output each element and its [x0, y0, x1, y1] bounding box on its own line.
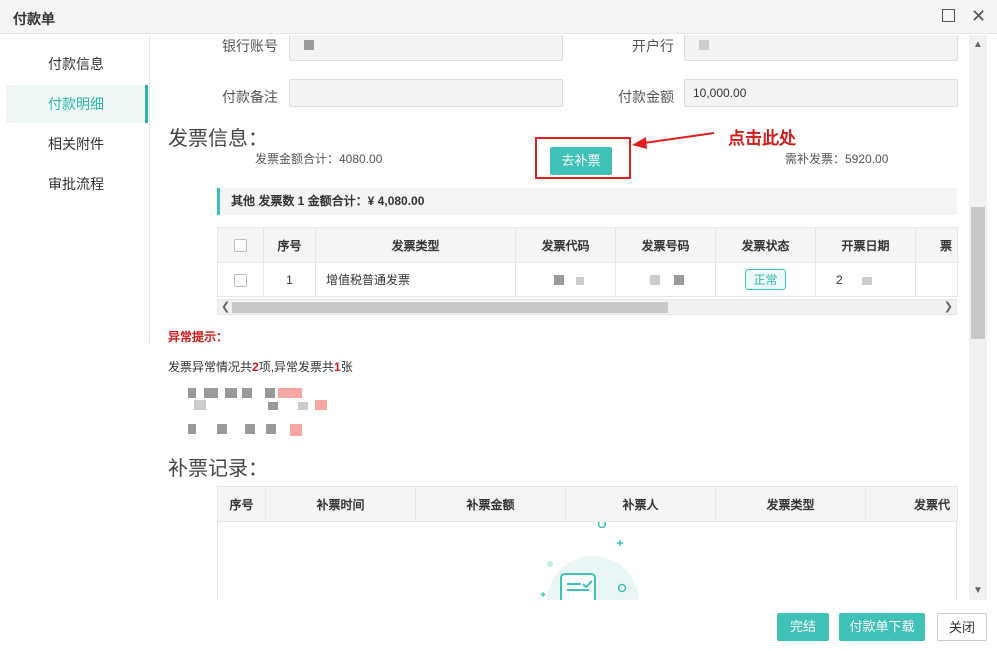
column-header: 补票人 [565, 486, 716, 522]
close-icon[interactable]: ✕ [971, 6, 986, 27]
column-header: 开票日期 [815, 227, 916, 263]
content-vertical-scrollbar[interactable]: ▲ ▼ [969, 35, 987, 600]
warning-invoice-count: 1 [334, 360, 341, 374]
sidebar-item-approval-flow[interactable]: 审批流程 [6, 165, 148, 203]
column-header: 补票时间 [265, 486, 416, 522]
table-header-row: 序号 发票类型 发票代码 发票号码 发票状态 开票日期 票 [217, 227, 958, 263]
warning-summary: 发票异常情况共2项,异常发票共1张 [168, 358, 353, 375]
need-supplement-amount: 需补发票：5920.00 [785, 152, 889, 166]
column-header: 发票状态 [715, 227, 816, 263]
checkbox[interactable] [234, 239, 247, 253]
arrow-icon [632, 132, 715, 149]
invoice-code-cell [515, 262, 616, 297]
warning-title: 异常提示： [168, 330, 229, 344]
column-header: 序号 [263, 227, 316, 263]
download-payment-button[interactable]: 付款单下载 [839, 613, 925, 641]
table-horizontal-scrollbar[interactable]: ❮ ❯ [217, 299, 957, 315]
remark-label: 付款备注 [222, 89, 278, 105]
bank-account-label: 银行账号 [222, 38, 278, 54]
column-header: 补票金额 [415, 486, 566, 522]
bank-field[interactable] [684, 35, 958, 61]
click-here-annotation: 点击此处 [728, 129, 796, 149]
supplement-section-title: 补票记录： [168, 458, 268, 480]
invoice-type-cell: 增值税普通发票 [315, 262, 516, 297]
close-button[interactable]: 关闭 [937, 613, 987, 641]
supplement-table: 序号 补票时间 补票金额 补票人 发票类型 发票代 [217, 486, 958, 522]
row-checkbox-cell[interactable] [217, 262, 264, 297]
warning-text-suffix: 张 [340, 360, 353, 374]
column-header: 序号 [217, 486, 266, 522]
invoice-total: 发票金额合计：4080.00 [255, 152, 383, 166]
redacted-mark [650, 275, 660, 285]
scroll-down-icon[interactable]: ▼ [973, 585, 983, 596]
select-all-checkbox-cell[interactable] [217, 227, 264, 263]
window-titlebar: 付款单 ✕ [0, 0, 997, 34]
invoice-date-text: 2 [836, 272, 843, 287]
scroll-left-icon[interactable]: ❮ [221, 300, 230, 313]
maximize-icon[interactable] [942, 9, 955, 22]
redacted-mark [699, 40, 709, 50]
invoice-status-cell: 正常 [715, 262, 816, 297]
complete-button[interactable]: 完结 [777, 613, 829, 641]
column-header: 发票代码 [515, 227, 616, 263]
invoice-table: 序号 发票类型 发票代码 发票号码 发票状态 开票日期 票 1 增值税普通发票 [217, 227, 958, 297]
empty-data-icon [540, 522, 639, 600]
column-header: 发票号码 [615, 227, 716, 263]
column-header: 票 [915, 227, 958, 263]
amount-field[interactable]: 10,000.00 [684, 79, 958, 107]
bank-account-field[interactable] [289, 35, 563, 61]
table-row[interactable]: 1 增值税普通发票 正常 2 [217, 262, 958, 297]
redacted-mark [554, 275, 564, 285]
window-title: 付款单 [13, 11, 55, 27]
sidebar-item-payment-info[interactable]: 付款信息 [6, 45, 148, 83]
main-content: 银行账号 开户行 付款备注 付款金额 10,000.00 发票信息： 发票金额合… [150, 35, 970, 600]
empty-table-body [217, 522, 957, 600]
redacted-mark [576, 277, 584, 285]
invoice-date-cell: 2 [815, 262, 916, 297]
scrollbar-thumb[interactable] [232, 302, 668, 313]
warning-text-prefix: 发票异常情况共 [168, 360, 253, 374]
sidebar-item-attachments[interactable]: 相关附件 [6, 125, 148, 163]
status-badge: 正常 [745, 269, 786, 290]
redacted-mark [674, 275, 684, 285]
scroll-right-icon[interactable]: ❯ [944, 300, 953, 313]
overflow-cell [915, 262, 958, 297]
scroll-up-icon[interactable]: ▲ [973, 39, 983, 50]
column-header: 发票代 [865, 486, 958, 522]
checkbox[interactable] [234, 273, 247, 287]
sidebar-item-payment-detail[interactable]: 付款明细 [6, 85, 148, 123]
warning-item-count: 2 [252, 360, 259, 374]
redacted-mark [304, 40, 314, 50]
amount-label: 付款金额 [618, 89, 674, 105]
bank-label: 开户行 [632, 38, 674, 54]
column-header: 发票类型 [715, 486, 866, 522]
warning-text-mid: 项,异常发票共 [258, 360, 335, 374]
supplement-invoice-button[interactable]: 去补票 [550, 147, 612, 175]
scrollbar-thumb[interactable] [971, 207, 985, 339]
redacted-mark [862, 277, 872, 285]
column-header: 发票类型 [315, 227, 516, 263]
remark-field[interactable] [289, 79, 563, 107]
invoice-section-title: 发票信息： [168, 128, 268, 150]
sidebar-nav: 付款信息 付款明细 相关附件 审批流程 [0, 35, 150, 343]
invoice-number-cell [615, 262, 716, 297]
row-index: 1 [263, 262, 316, 297]
invoice-group-summary: 其他 发票数 1 金额合计：¥ 4,080.00 [217, 188, 957, 215]
table-header-row: 序号 补票时间 补票金额 补票人 发票类型 发票代 [217, 486, 958, 522]
